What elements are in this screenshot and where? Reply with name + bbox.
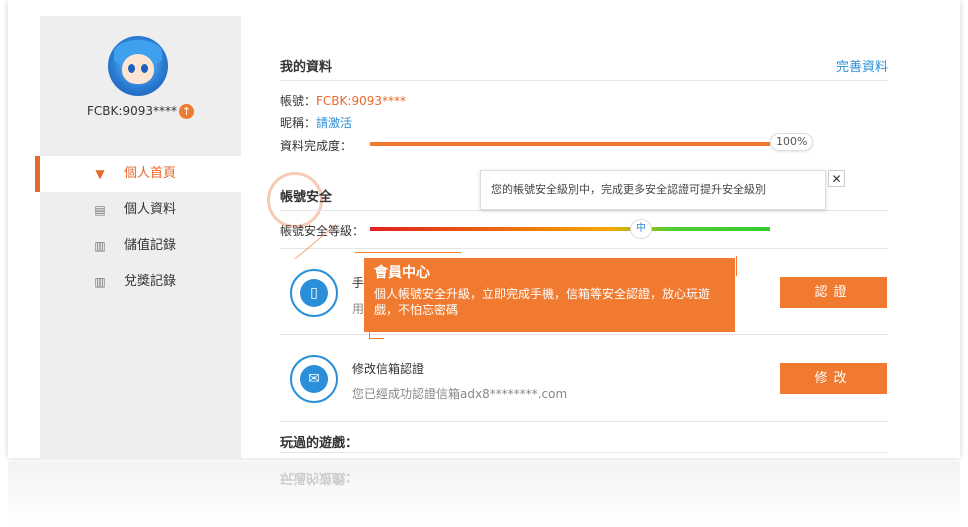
page-reflection: [8, 462, 960, 527]
clipboard-icon: ▥: [94, 239, 106, 253]
phone-icon: ▯: [290, 269, 338, 317]
sidebar-item-label: 個人首頁: [124, 166, 177, 181]
sidebar-item-profile[interactable]: ▤ 個人資料: [40, 192, 241, 228]
sidebar-item-prize-records[interactable]: ▥ 兌獎記錄: [40, 264, 241, 300]
divider: [280, 452, 888, 453]
divider: [280, 248, 888, 249]
completeness-label: 資料完成度：: [280, 139, 353, 153]
reflection-text: 玩過的遊戲：: [280, 470, 359, 485]
activate-link[interactable]: 請激活: [316, 116, 352, 130]
avatar-eye: [128, 64, 135, 73]
divider: [280, 80, 888, 81]
email-item-desc: 您已經成功認證信箱adx8********.com: [352, 387, 568, 401]
modify-email-button[interactable]: 修改: [780, 363, 887, 394]
divider: [280, 210, 888, 211]
level-up-icon[interactable]: ↑: [178, 104, 194, 119]
completeness-bar: [370, 142, 770, 146]
account-value: FCBK:9093****: [316, 94, 406, 108]
security-title: 帳號安全: [280, 190, 333, 205]
id-card-icon: ▤: [94, 203, 106, 217]
callout-body: 個人帳號安全升級，立即完成手機，信箱等安全認證，放心玩遊戲，不怕忘密碼: [374, 287, 711, 317]
security-level-marker: 中: [630, 219, 652, 239]
completeness-percent: 100%: [770, 133, 814, 151]
verify-phone-button[interactable]: 認證: [780, 277, 887, 308]
sidebar: FCBK:9093**** ↑ ▼ 個人首頁 ▤ 個人資料 ▥ 儲值記錄 ▥ 兌獎…: [35, 16, 241, 458]
security-level-bar: [370, 227, 770, 231]
nickname-row: 昵稱：請激活: [280, 114, 352, 131]
user-id: FCBK:9093****: [87, 104, 177, 118]
avatar[interactable]: [108, 36, 168, 96]
close-icon[interactable]: ✕: [828, 170, 845, 187]
avatar-face: [122, 54, 154, 84]
user-id-line: FCBK:9093**** ↑: [40, 104, 241, 119]
avatar-eye: [141, 64, 148, 73]
tie-icon: ▼: [95, 167, 105, 181]
callout-title: 會員中心: [374, 265, 430, 281]
phone-icon-inner: ▯: [300, 279, 328, 307]
sidebar-item-label: 兌獎記錄: [124, 274, 177, 289]
account-row: 帳號：FCBK:9093****: [280, 92, 406, 109]
divider: [280, 421, 888, 422]
member-center-callout: 會員中心 個人帳號安全升級，立即完成手機，信箱等安全認證，放心玩遊戲，不怕忘密碼: [364, 258, 735, 332]
security-tooltip: 您的帳號安全級別中，完成更多安全認證可提升安全級別: [480, 170, 826, 210]
my-profile-title: 我的資料: [280, 60, 333, 75]
sidebar-item-label: 個人資料: [124, 202, 177, 217]
sidebar-item-home[interactable]: ▼ 個人首頁: [35, 156, 241, 192]
sidebar-nav: ▼ 個人首頁 ▤ 個人資料 ▥ 儲值記錄 ▥ 兌獎記錄: [35, 156, 241, 300]
phone-item-title: 手: [352, 276, 365, 290]
email-item-title: 修改信箱認證: [352, 362, 425, 376]
played-games-title: 玩過的遊戲：: [280, 436, 359, 451]
sidebar-item-label: 儲值記錄: [124, 238, 177, 253]
complete-profile-link[interactable]: 完善資料: [836, 56, 888, 75]
email-icon-inner: ✉: [300, 365, 328, 393]
callout-connector: [355, 252, 461, 253]
account-label: 帳號：: [280, 94, 317, 108]
sidebar-item-recharge-records[interactable]: ▥ 儲值記錄: [40, 228, 241, 264]
phone-item-desc: 用: [352, 302, 365, 316]
nickname-label: 昵稱：: [280, 116, 317, 130]
email-icon: ✉: [290, 355, 338, 403]
clipboard-icon: ▥: [94, 275, 106, 289]
